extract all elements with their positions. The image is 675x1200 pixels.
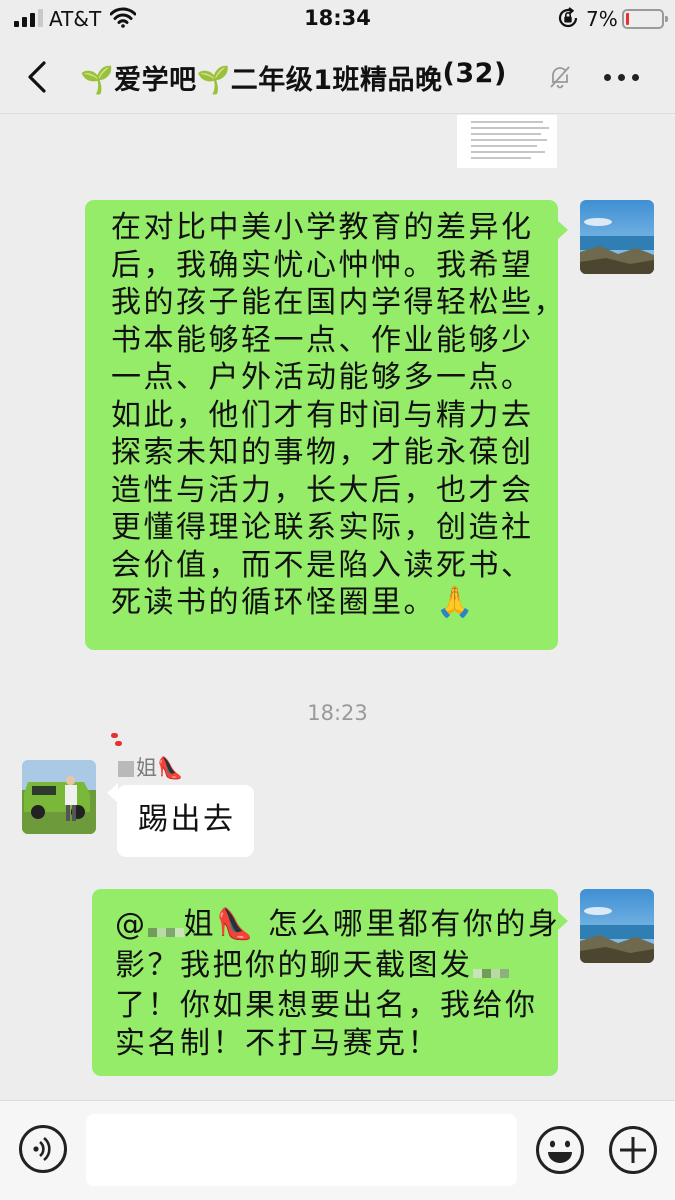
message-line: 实名制！不打马赛克！ <box>115 1025 440 1061</box>
shared-document-thumbnail[interactable] <box>457 115 557 168</box>
pixelated-name <box>147 909 184 947</box>
back-arrow-icon[interactable] <box>24 60 54 94</box>
message-bubble-incoming[interactable]: 踢出去 <box>117 785 254 857</box>
message-line: 探索未知的事物，才能永葆创 <box>111 435 534 470</box>
orientation-lock-icon <box>558 7 578 28</box>
sender-name: 姐👠 <box>118 752 183 782</box>
battery-level <box>626 13 629 25</box>
sender-avatar[interactable] <box>22 760 96 834</box>
message-bubble-outgoing[interactable]: @ 姐👠 怎么哪里都有你的身 影？我把你的聊天截图发 了！你如果想要出名，我给你 … <box>92 889 558 1076</box>
mute-bell-icon <box>550 66 570 89</box>
message-line: 我的孩子能在国内学得轻松些， <box>111 285 566 320</box>
message-line: 死读书的循环怪圈里。🙏 <box>111 585 476 620</box>
member-count: (32) <box>442 58 507 89</box>
message-input[interactable] <box>86 1114 517 1186</box>
plus-icon[interactable] <box>608 1125 658 1175</box>
battery-percent: 7% <box>586 7 618 31</box>
input-bar <box>0 1100 675 1200</box>
nav-bar: 🌱爱学吧🌱二年级1班精品晚(32) <box>0 40 675 114</box>
message-line: 在对比中美小学教育的差异化 <box>111 210 534 245</box>
bubble-tail <box>557 220 568 240</box>
message-line: 踢出去 <box>138 802 236 837</box>
message-line: 后，我确实忧心忡忡。我希望 <box>111 247 534 283</box>
message-line: 如此，他们才有时间与精力去 <box>111 397 534 433</box>
message-line: 更懂得理论联系实际，创造社 <box>111 510 534 545</box>
chat-title: 🌱爱学吧🌱二年级1班精品晚(32) <box>80 58 544 96</box>
my-avatar[interactable] <box>580 889 654 963</box>
pixelated-text <box>472 950 509 988</box>
message-line: 书本能够轻一点、作业能够少 <box>111 322 534 358</box>
battery-icon <box>622 9 668 29</box>
message-bubble-outgoing[interactable]: 在对比中美小学教育的差异化 后，我确实忧心忡忡。我希望 我的孩子能在国内学得轻松… <box>85 200 566 650</box>
message-line: 一点、户外活动能够多一点。 <box>111 360 534 395</box>
message-line: 影？我把你的聊天截图发 <box>115 947 558 988</box>
message-line: @ 姐👠 怎么哪里都有你的身 <box>115 906 558 947</box>
my-avatar[interactable] <box>580 200 654 274</box>
more-dots-icon[interactable] <box>604 70 646 84</box>
chat-messages[interactable]: 在对比中美小学教育的差异化 后，我确实忧心忡忡。我希望 我的孩子能在国内学得轻松… <box>0 115 675 1100</box>
message-line: 会价值，而不是陷入读死书、 <box>111 547 534 583</box>
group-name: 🌱爱学吧🌱二年级1班精品晚 <box>80 65 443 96</box>
message-line: 了！你如果想要出名，我给你 <box>115 988 538 1023</box>
voice-icon[interactable] <box>19 1125 67 1173</box>
message-line: 造性与活力，长大后，也才会 <box>111 472 534 508</box>
message-timestamp: 18:23 <box>307 701 368 725</box>
status-bar: AT&T 18:34 7% <box>0 0 675 40</box>
emoji-icon[interactable] <box>535 1125 585 1175</box>
